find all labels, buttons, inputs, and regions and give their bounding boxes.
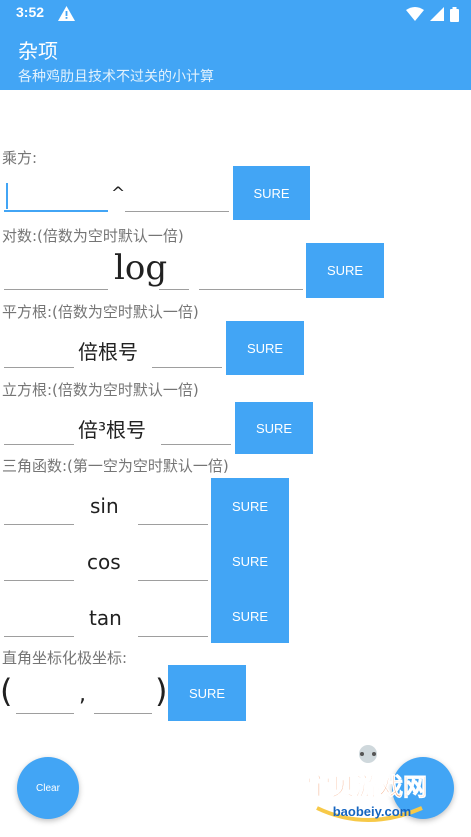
- clear-button[interactable]: Clear: [17, 757, 79, 819]
- polar-label: 直角坐标化极坐标:: [2, 649, 128, 667]
- power-operator: ^: [111, 184, 126, 204]
- trig-label: 三角函数:(第一空为空时默认一倍): [2, 457, 229, 475]
- status-bar: 3:52: [0, 0, 471, 28]
- cbrt-multiplier-input[interactable]: [4, 415, 74, 445]
- sin-operator: sin: [90, 494, 119, 518]
- polar-comma: ,: [79, 682, 86, 707]
- cos-angle-input[interactable]: [138, 551, 208, 581]
- text-cursor: [6, 183, 8, 209]
- tan-sure-button[interactable]: SURE: [211, 589, 289, 643]
- sqrt-sure-button[interactable]: SURE: [226, 321, 304, 375]
- power-label: 乘方:: [2, 149, 38, 167]
- cbrt-value-input[interactable]: [161, 415, 231, 445]
- sin-sure-button[interactable]: SURE: [211, 478, 289, 534]
- polar-open-paren: (: [0, 672, 13, 710]
- system-icons: [406, 6, 459, 22]
- app-title: 杂项: [18, 39, 58, 63]
- sin-multiplier-input[interactable]: [4, 495, 74, 525]
- sqrt-multiplier-input[interactable]: [4, 338, 74, 368]
- app-bar: 杂项 各种鸡肋且技术不过关的小计算: [0, 28, 471, 90]
- log-sure-button[interactable]: SURE: [306, 243, 384, 298]
- svg-text:宝贝游戏网: 宝贝游戏网: [307, 773, 427, 801]
- polar-y-input[interactable]: [94, 684, 152, 714]
- sqrt-operator: 倍根号: [78, 340, 138, 364]
- log-base-input[interactable]: [159, 260, 189, 290]
- log-value-input[interactable]: [199, 260, 303, 290]
- svg-text:baobeiy.com: baobeiy.com: [333, 804, 412, 819]
- log-multiplier-input[interactable]: [4, 260, 108, 290]
- cbrt-operator: 倍³根号: [78, 418, 147, 442]
- power-base-input[interactable]: [4, 182, 108, 212]
- power-sure-button[interactable]: SURE: [233, 166, 310, 220]
- watermark-logo: 宝贝游戏网 baobeiy.com: [307, 745, 427, 822]
- log-label: 对数:(倍数为空时默认一倍): [2, 227, 184, 245]
- cbrt-label: 立方根:(倍数为空时默认一倍): [2, 381, 199, 399]
- tan-multiplier-input[interactable]: [4, 607, 74, 637]
- polar-close-paren: ): [155, 672, 168, 710]
- status-time: 3:52: [16, 4, 45, 20]
- cbrt-sure-button[interactable]: SURE: [235, 402, 313, 454]
- cos-sure-button[interactable]: SURE: [211, 534, 289, 589]
- cos-multiplier-input[interactable]: [4, 551, 74, 581]
- polar-sure-button[interactable]: SURE: [168, 665, 246, 721]
- tan-operator: tan: [89, 606, 122, 630]
- power-exponent-input[interactable]: [125, 182, 229, 212]
- signal-icon: [430, 7, 444, 21]
- wifi-icon: [406, 7, 424, 21]
- polar-x-input[interactable]: [16, 684, 74, 714]
- sin-angle-input[interactable]: [138, 495, 208, 525]
- warning-icon: [58, 6, 75, 21]
- battery-icon: [450, 6, 459, 22]
- app-subtitle: 各种鸡肋且技术不过关的小计算: [18, 69, 214, 85]
- cos-operator: cos: [87, 550, 121, 574]
- tan-angle-input[interactable]: [138, 607, 208, 637]
- sqrt-label: 平方根:(倍数为空时默认一倍): [2, 303, 199, 321]
- sqrt-value-input[interactable]: [152, 338, 222, 368]
